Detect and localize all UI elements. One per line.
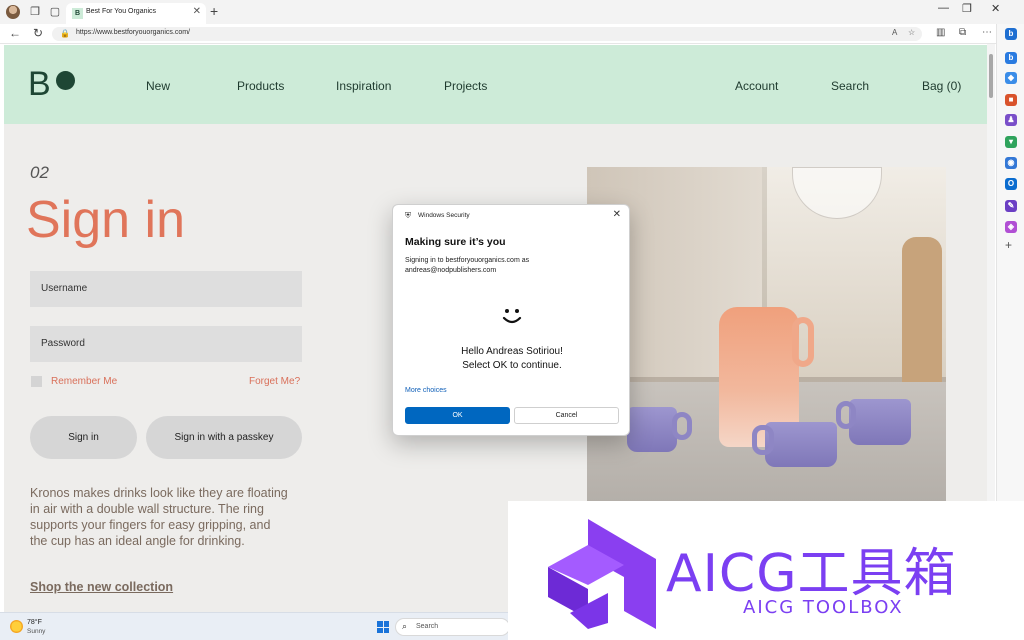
back-arrow-icon[interactable]: ← — [9, 26, 21, 40]
password-field[interactable]: Password — [30, 326, 302, 362]
bing-icon[interactable]: b — [1005, 52, 1017, 64]
page-title: Sign in — [26, 191, 185, 249]
nav-bag[interactable]: Bag (0) — [922, 79, 961, 93]
close-window-icon[interactable]: ✕ — [991, 2, 1000, 15]
windows-start-icon[interactable] — [377, 621, 389, 633]
aicg-logo-icon — [548, 519, 656, 629]
product-description: Kronos makes drinks look like they are f… — [30, 486, 288, 548]
shopping-tag-icon[interactable]: ◆ — [1005, 72, 1017, 84]
cancel-button[interactable]: Cancel — [514, 407, 619, 424]
nav-projects[interactable]: Projects — [444, 79, 487, 93]
more-choices-link[interactable]: More choices — [405, 387, 447, 394]
photo-pitcher-handle — [792, 317, 814, 367]
nav-products[interactable]: Products — [237, 79, 284, 93]
copilot-icon[interactable]: b — [1005, 28, 1017, 40]
remember-me-label[interactable]: Remember Me — [51, 376, 117, 387]
watermark-overlay: AICG工具箱 AICG TOOLBOX — [508, 501, 1024, 640]
tab-close-icon[interactable]: ✕ — [193, 6, 201, 17]
site-logo-letter[interactable]: B — [28, 65, 51, 104]
username-field[interactable]: Username — [30, 271, 302, 307]
url-input[interactable]: 🔒 https://www.bestforyouorganics.com/ A … — [52, 27, 922, 41]
url-text: https://www.bestforyouorganics.com/ — [76, 29, 190, 36]
username-label: Username — [41, 283, 88, 294]
address-bar-row: ← ↻ 🔒 https://www.bestforyouorganics.com… — [0, 24, 1024, 44]
dialog-instruction-text: Select OK to continue. — [462, 360, 562, 371]
dialog-hello-text: Hello Andreas Sotiriou! — [461, 346, 563, 357]
minimize-icon[interactable]: — — [938, 2, 949, 14]
weather-condition[interactable]: Sunny — [27, 628, 45, 635]
outlook-icon[interactable]: O — [1005, 178, 1017, 190]
favorite-star-icon[interactable]: ☆ — [908, 28, 915, 37]
watermark-title: AICG工具箱 — [666, 544, 957, 604]
shield-icon: ⛨ — [405, 211, 411, 220]
designer-icon[interactable]: ✎ — [1005, 200, 1017, 212]
refresh-icon[interactable]: ↻ — [33, 26, 43, 40]
password-label: Password — [41, 338, 85, 349]
search-icon: ⌕ — [402, 621, 408, 631]
photo-cup — [765, 422, 837, 467]
photo-cup — [627, 407, 677, 452]
tab-actions-icon[interactable]: ▢ — [48, 5, 62, 19]
ok-button[interactable]: OK — [405, 407, 510, 424]
forget-me-link[interactable]: Forget Me? — [249, 376, 300, 387]
photo-cup — [849, 399, 911, 445]
profile-avatar[interactable] — [6, 5, 20, 19]
office-icon[interactable]: ◉ — [1005, 157, 1017, 169]
weather-temperature[interactable]: 78°F — [27, 619, 42, 626]
browser-tab-bar: ❐ ▢ B Best For You Organics ✕ + — ❐ ✕ — [0, 0, 1024, 24]
taskbar-search-input[interactable]: ⌕ Search — [395, 618, 510, 636]
drop-icon[interactable]: ◈ — [1005, 221, 1017, 233]
windows-hello-face-icon — [393, 305, 631, 333]
photo-cup-handle — [672, 412, 692, 440]
tab-title: Best For You Organics — [86, 8, 157, 15]
nav-account[interactable]: Account — [735, 79, 778, 93]
games-icon[interactable]: ♟ — [1005, 114, 1017, 126]
dialog-app-name: Windows Security — [418, 212, 470, 219]
taskbar-search-placeholder: Search — [416, 623, 439, 630]
nav-new[interactable]: New — [146, 79, 170, 93]
dialog-close-icon[interactable]: ✕ — [613, 209, 621, 220]
site-header: B New Products Inspiration Projects Acco… — [4, 45, 987, 124]
photo-cutting-board — [902, 237, 942, 387]
remember-me-checkbox[interactable] — [31, 376, 42, 387]
lock-icon[interactable]: 🔒 — [60, 29, 70, 38]
photo-cup-handle — [836, 401, 856, 429]
nav-inspiration[interactable]: Inspiration — [336, 79, 391, 93]
step-number: 02 — [30, 163, 49, 182]
add-sidebar-app-icon[interactable]: + — [1005, 238, 1012, 252]
sign-in-passkey-button[interactable]: Sign in with a passkey — [146, 416, 302, 459]
sign-in-button[interactable]: Sign in — [30, 416, 137, 459]
tools-icon[interactable]: ■ — [1005, 94, 1017, 106]
dialog-title: Making sure it’s you — [405, 236, 506, 248]
watermark-subtitle: AICG TOOLBOX — [743, 597, 904, 618]
dialog-signin-site: Signing in to bestforyouorganics.com as — [405, 257, 530, 264]
restore-icon[interactable]: ❐ — [962, 2, 972, 15]
dialog-signin-email: andreas@nodpublishers.com — [405, 267, 497, 274]
collections-icon[interactable]: ⧉ — [959, 27, 966, 38]
workspaces-icon[interactable]: ❐ — [28, 5, 42, 19]
scrollbar-thumb[interactable] — [989, 54, 993, 98]
smiley-face-icon — [502, 309, 522, 324]
shop-collection-link[interactable]: Shop the new collection — [30, 580, 173, 594]
nav-search[interactable]: Search — [831, 79, 869, 93]
site-logo-dot[interactable] — [56, 71, 75, 90]
photo-cup-handle — [752, 425, 774, 455]
site-favicon-icon: B — [72, 8, 83, 19]
read-aloud-icon[interactable]: A — [892, 28, 897, 37]
shopping-cart-icon[interactable]: ▾ — [1005, 136, 1017, 148]
more-menu-icon[interactable]: ⋯ — [982, 27, 992, 38]
split-screen-icon[interactable]: ▥ — [936, 27, 945, 38]
tab-best-for-you-organics[interactable]: B Best For You Organics ✕ — [66, 3, 206, 24]
new-tab-plus-icon[interactable]: + — [210, 3, 218, 19]
windows-security-dialog: ⛨ Windows Security ✕ Making sure it’s yo… — [392, 204, 630, 436]
sun-icon[interactable] — [10, 620, 23, 633]
product-photo — [587, 167, 946, 502]
